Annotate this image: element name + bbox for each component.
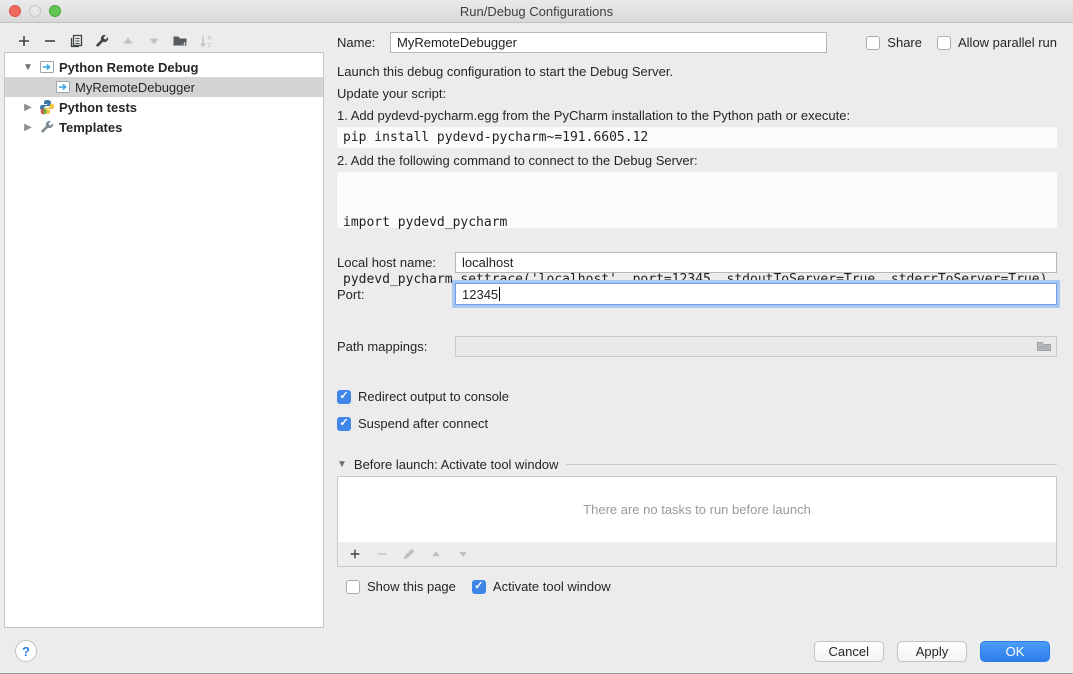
tree-item-myremotedebugger[interactable]: MyRemoteDebugger — [5, 77, 323, 97]
tree-item-label: Templates — [59, 119, 122, 135]
empty-tasks-message: There are no tasks to run before launch — [583, 502, 811, 517]
text-caret — [499, 287, 500, 301]
settrace-code-block: import pydevd_pycharm pydevd_pycharm.set… — [337, 172, 1057, 228]
port-label: Port: — [337, 287, 455, 302]
expander-icon[interactable] — [21, 122, 35, 133]
activate-tool-window-checkbox[interactable] — [472, 580, 486, 594]
share-checkbox[interactable] — [866, 36, 880, 50]
add-icon[interactable] — [16, 33, 32, 49]
dialog-buttons: Cancel Apply OK — [814, 641, 1050, 662]
redirect-output-label: Redirect output to console — [358, 389, 509, 404]
port-input[interactable]: 12345 — [455, 283, 1057, 305]
svg-text:a: a — [208, 35, 212, 42]
suspend-after-connect-label: Suspend after connect — [358, 416, 488, 431]
name-row: Name: Share Allow parallel run — [337, 32, 1057, 53]
remote-debug-icon — [39, 59, 55, 75]
configurations-toolbar: az — [16, 31, 214, 51]
expander-icon[interactable] — [21, 102, 35, 113]
sort-alphabetically-icon: az — [198, 33, 214, 49]
move-up-icon — [120, 33, 136, 49]
remove-icon — [374, 546, 390, 562]
update-script-text: Update your script: — [337, 86, 446, 101]
redirect-output-checkbox[interactable] — [337, 390, 351, 404]
help-icon: ? — [22, 644, 30, 659]
show-this-page-checkbox[interactable] — [346, 580, 360, 594]
code-line: import pydevd_pycharm — [343, 213, 1051, 232]
tree-item-python-tests[interactable]: Python tests — [5, 97, 323, 117]
allow-parallel-run-checkbox[interactable] — [937, 36, 951, 50]
before-launch-header[interactable]: Before launch: Activate tool window — [337, 457, 1057, 472]
redirect-output-row: Redirect output to console — [337, 389, 509, 404]
port-row: Port: 12345 — [337, 283, 1057, 305]
browse-folder-icon[interactable] — [1036, 338, 1052, 354]
step1-text: 1. Add pydevd-pycharm.egg from the PyCha… — [337, 108, 850, 123]
allow-parallel-run-label: Allow parallel run — [958, 35, 1057, 50]
python-icon — [39, 99, 55, 115]
path-mappings-input[interactable] — [455, 336, 1057, 357]
remote-debug-icon — [55, 79, 71, 95]
path-mappings-label: Path mappings: — [337, 339, 455, 354]
run-debug-configurations-dialog: { "window": { "title": "Run/Debug Config… — [0, 0, 1073, 674]
intro-text: Launch this debug configuration to start… — [337, 64, 673, 79]
remove-icon[interactable] — [42, 33, 58, 49]
wrench-icon — [39, 119, 55, 135]
move-up-icon — [428, 546, 444, 562]
expander-icon[interactable] — [21, 62, 35, 73]
copy-icon[interactable] — [68, 33, 84, 49]
suspend-after-connect-checkbox[interactable] — [337, 417, 351, 431]
configurations-tree: Python Remote Debug MyRemoteDebugger Pyt… — [4, 52, 324, 628]
svg-text:z: z — [208, 42, 212, 49]
step2-text: 2. Add the following command to connect … — [337, 153, 698, 168]
add-icon[interactable] — [347, 546, 363, 562]
window-title: Run/Debug Configurations — [460, 4, 613, 19]
before-launch-task-list[interactable]: There are no tasks to run before launch — [337, 476, 1057, 543]
name-input[interactable] — [390, 32, 827, 53]
configuration-editor: Name: Share Allow parallel run Launch th… — [337, 30, 1057, 620]
tree-item-label: Python Remote Debug — [59, 59, 198, 75]
cancel-button[interactable]: Cancel — [814, 641, 884, 662]
tasks-toolbar — [337, 542, 1057, 567]
port-value: 12345 — [462, 287, 498, 302]
move-down-icon — [146, 33, 162, 49]
new-folder-icon[interactable] — [172, 33, 188, 49]
name-label: Name: — [337, 35, 390, 50]
page-options-row: Show this page Activate tool window — [337, 579, 611, 594]
tree-item-python-remote-debug[interactable]: Python Remote Debug — [5, 57, 323, 77]
pip-command-code: pip install pydevd-pycharm~=191.6605.12 — [337, 127, 1057, 148]
edit-defaults-wrench-icon[interactable] — [94, 33, 110, 49]
suspend-after-connect-row: Suspend after connect — [337, 416, 488, 431]
titlebar: Run/Debug Configurations — [0, 0, 1073, 23]
move-down-icon — [455, 546, 471, 562]
path-mappings-field-wrap — [455, 336, 1057, 357]
section-divider — [566, 464, 1057, 465]
path-mappings-row: Path mappings: — [337, 336, 1057, 357]
edit-pencil-icon — [401, 546, 417, 562]
activate-tool-window-label: Activate tool window — [493, 579, 611, 594]
tree-item-label: MyRemoteDebugger — [75, 79, 195, 95]
local-host-row: Local host name: — [337, 252, 1057, 273]
zoom-button[interactable] — [49, 5, 61, 17]
local-host-label: Local host name: — [337, 255, 455, 270]
help-button[interactable]: ? — [15, 640, 37, 662]
show-this-page-label: Show this page — [367, 579, 456, 594]
before-launch-title: Before launch: Activate tool window — [354, 457, 559, 472]
ok-button[interactable]: OK — [980, 641, 1050, 662]
local-host-input[interactable] — [455, 252, 1057, 273]
tree-item-label: Python tests — [59, 99, 137, 115]
share-label: Share — [887, 35, 922, 50]
apply-button[interactable]: Apply — [897, 641, 967, 662]
close-button[interactable] — [9, 5, 21, 17]
tree-item-templates[interactable]: Templates — [5, 117, 323, 137]
minimize-button — [29, 5, 41, 17]
